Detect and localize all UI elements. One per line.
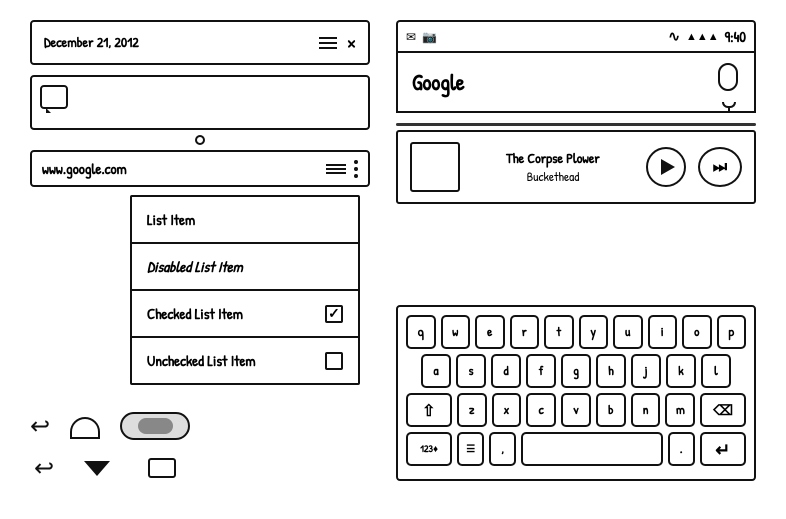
wifi-icon: ∿ <box>668 27 680 46</box>
key-q[interactable]: q <box>406 315 436 349</box>
key-o[interactable]: o <box>682 315 712 349</box>
comma-key[interactable]: , <box>489 432 516 466</box>
browser-topbar: December 21, 2012 × <box>30 20 370 65</box>
list-item-disabled-label: Disabled List Item <box>147 256 243 277</box>
key-h[interactable]: h <box>596 354 626 388</box>
key-v[interactable]: v <box>561 393 591 427</box>
keyboard-row-2: a s d f g h j k l <box>406 354 746 388</box>
separator-line <box>396 123 756 126</box>
play-button[interactable] <box>646 147 686 187</box>
video-icon: 📷 <box>422 28 437 45</box>
keyboard-row-1: q w e r t y u i o p <box>406 315 746 349</box>
browser-panel: December 21, 2012 × www.google.com <box>30 20 370 187</box>
skip-icon: ⏭ <box>713 157 727 177</box>
address-right-icons <box>326 160 358 178</box>
key-s[interactable]: s <box>456 354 486 388</box>
mobile-panel: ✉ 📷 ∿ ▲▲▲ 9:40 Google The Corpse P <box>396 20 756 204</box>
checkbox-unchecked-icon[interactable] <box>325 352 343 370</box>
music-player: The Corpse Plower Buckethead ⏭ <box>396 130 756 204</box>
tabs-icon[interactable] <box>326 164 346 174</box>
key-z[interactable]: z <box>457 393 487 427</box>
sketch-container: December 21, 2012 × www.google.com <box>0 0 786 519</box>
status-bar: ✉ 📷 ∿ ▲▲▲ 9:40 <box>396 20 756 51</box>
backspace-key[interactable]: ⌫ <box>700 393 746 427</box>
key-m[interactable]: m <box>665 393 695 427</box>
key-g[interactable]: g <box>561 354 591 388</box>
nav-pill-button[interactable] <box>120 412 190 440</box>
key-y[interactable]: y <box>579 315 609 349</box>
checkbox-checked-icon[interactable]: ✓ <box>325 305 343 323</box>
enter-key[interactable]: ↵ <box>700 432 746 466</box>
address-text: www.google.com <box>42 158 127 179</box>
status-right: ∿ ▲▲▲ 9:40 <box>668 26 746 47</box>
list-item-normal[interactable]: List Item <box>132 197 358 244</box>
mic-stand <box>728 108 730 113</box>
key-j[interactable]: j <box>631 354 661 388</box>
nav-pill-inner <box>138 418 173 434</box>
list-item-normal-label: List Item <box>147 209 195 230</box>
status-time: 9:40 <box>725 26 746 47</box>
music-artist: Buckethead <box>472 168 634 186</box>
browser-icons: × <box>319 30 356 55</box>
key-w[interactable]: w <box>441 315 471 349</box>
home-icon[interactable] <box>70 417 100 439</box>
back2-icon[interactable]: ↩ <box>34 452 54 484</box>
google-search-text: Google <box>412 67 465 97</box>
keyboard-row-4: 123♦ ☰ , . ↵ <box>406 432 746 466</box>
browser-date: December 21, 2012 <box>44 33 139 52</box>
list-item-checked[interactable]: Checked List Item ✓ <box>132 291 358 338</box>
key-c[interactable]: c <box>526 393 556 427</box>
key-i[interactable]: i <box>648 315 678 349</box>
list-item-unchecked-label: Unchecked List Item <box>147 350 256 371</box>
bottom-nav: ↩ ↩ <box>30 410 190 484</box>
mic-button[interactable] <box>718 63 740 101</box>
close-icon[interactable]: × <box>347 30 356 55</box>
play-icon <box>661 159 675 175</box>
num-key[interactable]: 123♦ <box>406 432 452 466</box>
address-bar[interactable]: www.google.com <box>30 150 370 187</box>
dropdown-list: List Item Disabled List Item Checked Lis… <box>130 195 360 385</box>
status-left: ✉ 📷 <box>406 28 437 45</box>
key-k[interactable]: k <box>666 354 696 388</box>
key-b[interactable]: b <box>596 393 626 427</box>
signal-icon: ▲▲▲ <box>686 30 719 44</box>
list-item-unchecked[interactable]: Unchecked List Item <box>132 338 358 383</box>
album-thumbnail <box>410 142 460 192</box>
settings-key[interactable]: ☰ <box>457 432 484 466</box>
back-icon[interactable]: ↩ <box>30 410 50 442</box>
key-n[interactable]: n <box>631 393 661 427</box>
chat-icon <box>40 85 68 109</box>
more-icon[interactable] <box>354 160 358 178</box>
key-d[interactable]: d <box>491 354 521 388</box>
period-key[interactable]: . <box>668 432 695 466</box>
keyboard-row-3: ⇧ z x c v b n m ⌫ <box>406 393 746 427</box>
key-p[interactable]: p <box>717 315 747 349</box>
key-u[interactable]: u <box>613 315 643 349</box>
space-key[interactable] <box>521 432 663 466</box>
nav-row-2: ↩ <box>34 452 190 484</box>
mail-icon: ✉ <box>406 28 416 45</box>
browser-chat-area <box>30 75 370 130</box>
menu-icon[interactable] <box>319 37 337 49</box>
list-item-disabled: Disabled List Item <box>132 244 358 291</box>
nav-row-1: ↩ <box>30 410 190 442</box>
scroll-indicator <box>195 135 205 145</box>
key-l[interactable]: l <box>701 354 731 388</box>
key-a[interactable]: a <box>421 354 451 388</box>
square-icon[interactable] <box>148 458 176 478</box>
mic-icon <box>718 63 738 91</box>
list-item-checked-label: Checked List Item <box>147 303 243 324</box>
key-t[interactable]: t <box>544 315 574 349</box>
music-title: The Corpse Plower <box>472 149 634 168</box>
down-icon[interactable] <box>84 461 110 476</box>
skip-button[interactable]: ⏭ <box>698 147 742 187</box>
key-e[interactable]: e <box>475 315 505 349</box>
music-info: The Corpse Plower Buckethead <box>472 149 634 186</box>
google-search-bar[interactable]: Google <box>396 51 756 113</box>
keyboard: q w e r t y u i o p a s d f g h j k l ⇧ … <box>396 305 756 481</box>
key-f[interactable]: f <box>526 354 556 388</box>
key-r[interactable]: r <box>510 315 540 349</box>
shift-key[interactable]: ⇧ <box>406 393 452 427</box>
key-x[interactable]: x <box>492 393 522 427</box>
